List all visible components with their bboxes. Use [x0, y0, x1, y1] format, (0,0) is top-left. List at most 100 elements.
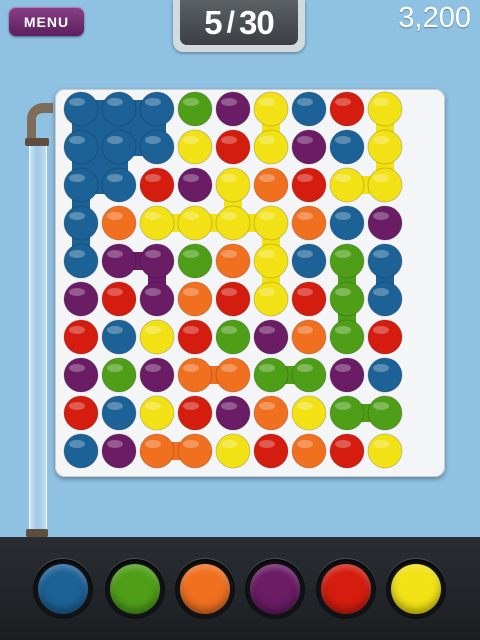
blob-highlight [297, 174, 313, 182]
blob-highlight [107, 326, 123, 334]
blob-highlight [259, 288, 275, 296]
blob-yellow [139, 205, 175, 241]
blob-highlight [145, 288, 161, 296]
blob-yellow [367, 433, 403, 469]
blob-red [139, 167, 175, 203]
moves-counter: 5/30 [173, 0, 305, 52]
blob-orange [101, 205, 137, 241]
blob-purple [329, 357, 365, 393]
blob-highlight [259, 402, 275, 410]
blob-red [177, 319, 213, 355]
blob-highlight [335, 250, 351, 258]
blob-yellow [253, 281, 289, 317]
blob-highlight [183, 174, 199, 182]
blob-highlight [297, 364, 313, 372]
blob-blue [101, 129, 137, 165]
blob-yellow [329, 167, 365, 203]
blob-purple [139, 243, 175, 279]
color-button-red[interactable] [316, 559, 376, 619]
water-pipe-tube [29, 146, 47, 532]
blob-highlight [145, 326, 161, 334]
color-button-purple[interactable] [245, 559, 305, 619]
blob-highlight [69, 402, 85, 410]
color-picker-bar [0, 537, 480, 640]
blob-highlight [221, 136, 237, 144]
blob-highlight [297, 326, 313, 334]
blob-highlight [335, 212, 351, 220]
blob-orange [177, 281, 213, 317]
blob-highlight [373, 250, 389, 258]
blob-highlight [297, 402, 313, 410]
orange-swatch-icon [180, 564, 230, 614]
blob-highlight [335, 98, 351, 106]
blob-blue [329, 205, 365, 241]
green-swatch-icon [110, 564, 160, 614]
moves-separator: / [226, 5, 235, 39]
blob-highlight [373, 440, 389, 448]
blob-blue [329, 129, 365, 165]
blob-blue [101, 319, 137, 355]
blob-highlight [373, 98, 389, 106]
board-grid [63, 91, 403, 469]
blob-highlight [107, 136, 123, 144]
blob-highlight [373, 212, 389, 220]
blob-red [101, 281, 137, 317]
blob-highlight [335, 364, 351, 372]
color-button-orange[interactable] [175, 559, 235, 619]
blob-highlight [221, 288, 237, 296]
blob-purple [101, 433, 137, 469]
blob-highlight [183, 288, 199, 296]
blob-orange [177, 433, 213, 469]
blob-red [253, 433, 289, 469]
blob-purple [139, 281, 175, 317]
blob-highlight [259, 440, 275, 448]
blob-green [177, 243, 213, 279]
moves-current: 5 [204, 3, 222, 41]
blob-highlight [221, 250, 237, 258]
menu-button[interactable]: MENU [9, 7, 84, 36]
yellow-swatch-icon [391, 564, 441, 614]
blob-highlight [107, 440, 123, 448]
blob-orange [139, 433, 175, 469]
blob-highlight [297, 212, 313, 220]
blob-highlight [107, 250, 123, 258]
blob-blue [101, 395, 137, 431]
blob-highlight [335, 288, 351, 296]
color-button-green[interactable] [105, 559, 165, 619]
purple-swatch-icon [250, 564, 300, 614]
score: 3,200 [398, 2, 471, 34]
blob-highlight [145, 136, 161, 144]
blob-highlight [335, 174, 351, 182]
color-button-blue[interactable] [33, 559, 93, 619]
blob-highlight [335, 326, 351, 334]
blob-highlight [183, 440, 199, 448]
blob-purple [63, 281, 99, 317]
blob-highlight [69, 174, 85, 182]
blob-yellow [177, 205, 213, 241]
blob-highlight [297, 98, 313, 106]
blob-yellow [253, 243, 289, 279]
blob-green [101, 357, 137, 393]
blob-highlight [221, 364, 237, 372]
color-button-yellow[interactable] [386, 559, 446, 619]
blob-highlight [297, 440, 313, 448]
blob-purple [291, 129, 327, 165]
blue-swatch-icon [38, 564, 88, 614]
blob-highlight [221, 98, 237, 106]
blob-blue [367, 357, 403, 393]
blob-highlight [373, 402, 389, 410]
blob-green [215, 319, 251, 355]
blob-blue [101, 91, 137, 127]
blob-red [63, 319, 99, 355]
blob-highlight [145, 440, 161, 448]
blob-highlight [373, 326, 389, 334]
blob-highlight [107, 288, 123, 296]
blob-yellow [291, 395, 327, 431]
blob-highlight [69, 440, 85, 448]
blob-red [63, 395, 99, 431]
blob-highlight [183, 98, 199, 106]
blob-purple [139, 357, 175, 393]
blob-yellow [139, 395, 175, 431]
blob-yellow [367, 129, 403, 165]
blob-highlight [335, 440, 351, 448]
